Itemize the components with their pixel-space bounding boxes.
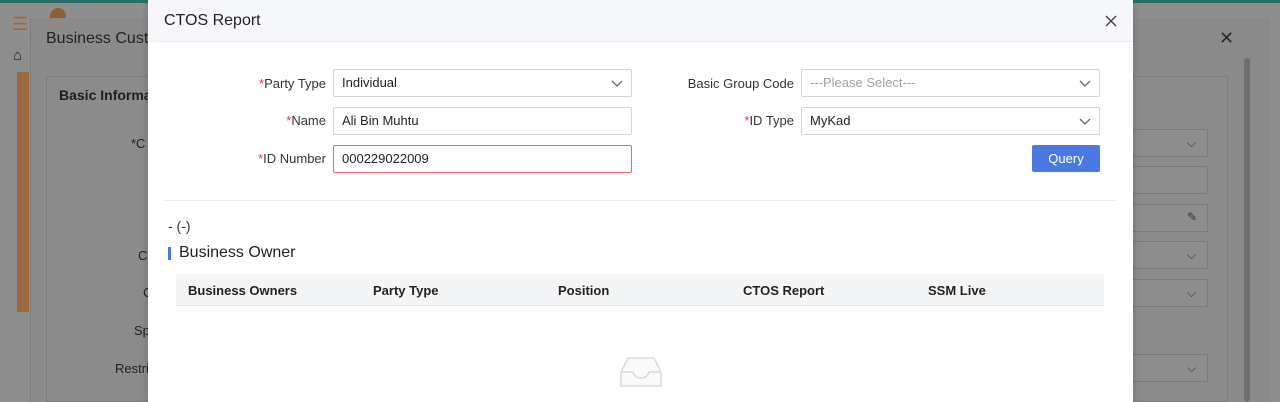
- party-type-label-text: Party Type: [264, 76, 326, 91]
- background-field: [1130, 166, 1208, 194]
- background-panel-title: Business Custo: [46, 30, 158, 47]
- ctos-report-modal: CTOS Report *Party Type Individual *Name…: [148, 0, 1133, 402]
- basic-group-code-select[interactable]: ---Please Select---: [801, 69, 1100, 97]
- id-type-value: MyKad: [810, 113, 851, 128]
- background-label: C: [138, 248, 148, 263]
- background-field: [1130, 354, 1208, 382]
- background-label: Restri: [115, 361, 149, 376]
- column-header-business-owners: Business Owners: [188, 283, 298, 298]
- edit-icon: ✎: [1187, 210, 1198, 224]
- query-button[interactable]: Query: [1032, 145, 1100, 172]
- background-field: [1130, 129, 1208, 157]
- background-card-title: Basic Informat: [59, 87, 157, 103]
- name-value: Ali Bin Muhtu: [342, 113, 419, 128]
- close-icon[interactable]: [1103, 13, 1119, 29]
- background-label: *C: [131, 136, 146, 151]
- background-field: [1130, 279, 1208, 307]
- home-icon: ⌂: [13, 47, 23, 64]
- background-scrollbar: [1244, 58, 1250, 402]
- report-summary: - (-): [168, 218, 191, 234]
- chevron-down-icon: [1079, 118, 1091, 125]
- basic-group-code-placeholder: ---Please Select---: [810, 75, 916, 90]
- background-field: [1130, 241, 1208, 269]
- basic-group-code-label: Basic Group Code: [687, 76, 794, 91]
- business-owner-table-header: Business Owners Party Type Position CTOS…: [176, 274, 1104, 306]
- column-header-party-type: Party Type: [373, 283, 439, 298]
- name-input[interactable]: Ali Bin Muhtu: [333, 107, 632, 135]
- id-type-label-text: ID Type: [749, 113, 794, 128]
- chevron-down-icon: ⌵: [1187, 361, 1197, 375]
- column-header-position: Position: [558, 283, 610, 298]
- id-type-label: *ID Type: [708, 113, 794, 128]
- id-number-input[interactable]: 000229022009: [333, 145, 632, 173]
- column-header-ctos-report: CTOS Report: [743, 283, 825, 298]
- name-label-text: Name: [291, 113, 326, 128]
- chevron-down-icon: [611, 80, 623, 87]
- id-number-value: 000229022009: [342, 151, 429, 166]
- menu-icon: ☰: [12, 14, 29, 34]
- chevron-down-icon: [1079, 80, 1091, 87]
- section-accent-bar: [168, 247, 171, 260]
- chevron-down-icon: ⌵: [1187, 136, 1197, 150]
- divider: [164, 200, 1116, 201]
- chevron-down-icon: ⌵: [1187, 286, 1197, 300]
- empty-inbox-icon: [620, 357, 662, 387]
- business-owner-title: Business Owner: [179, 244, 296, 261]
- column-header-ssm-live: SSM Live: [928, 283, 986, 298]
- id-type-select[interactable]: MyKad: [801, 107, 1100, 135]
- background-accent-strip: [17, 72, 29, 312]
- party-type-select[interactable]: Individual: [333, 69, 632, 97]
- id-number-label-text: ID Number: [263, 151, 326, 166]
- party-type-label: *Party Type: [248, 76, 326, 91]
- background-close-icon: ✕: [1219, 28, 1235, 48]
- party-type-value: Individual: [342, 75, 397, 90]
- modal-header: CTOS Report: [148, 0, 1133, 42]
- modal-title: CTOS Report: [164, 12, 261, 29]
- id-number-label: *ID Number: [238, 151, 326, 166]
- chevron-down-icon: ⌵: [1187, 248, 1197, 262]
- name-label: *Name: [248, 113, 326, 128]
